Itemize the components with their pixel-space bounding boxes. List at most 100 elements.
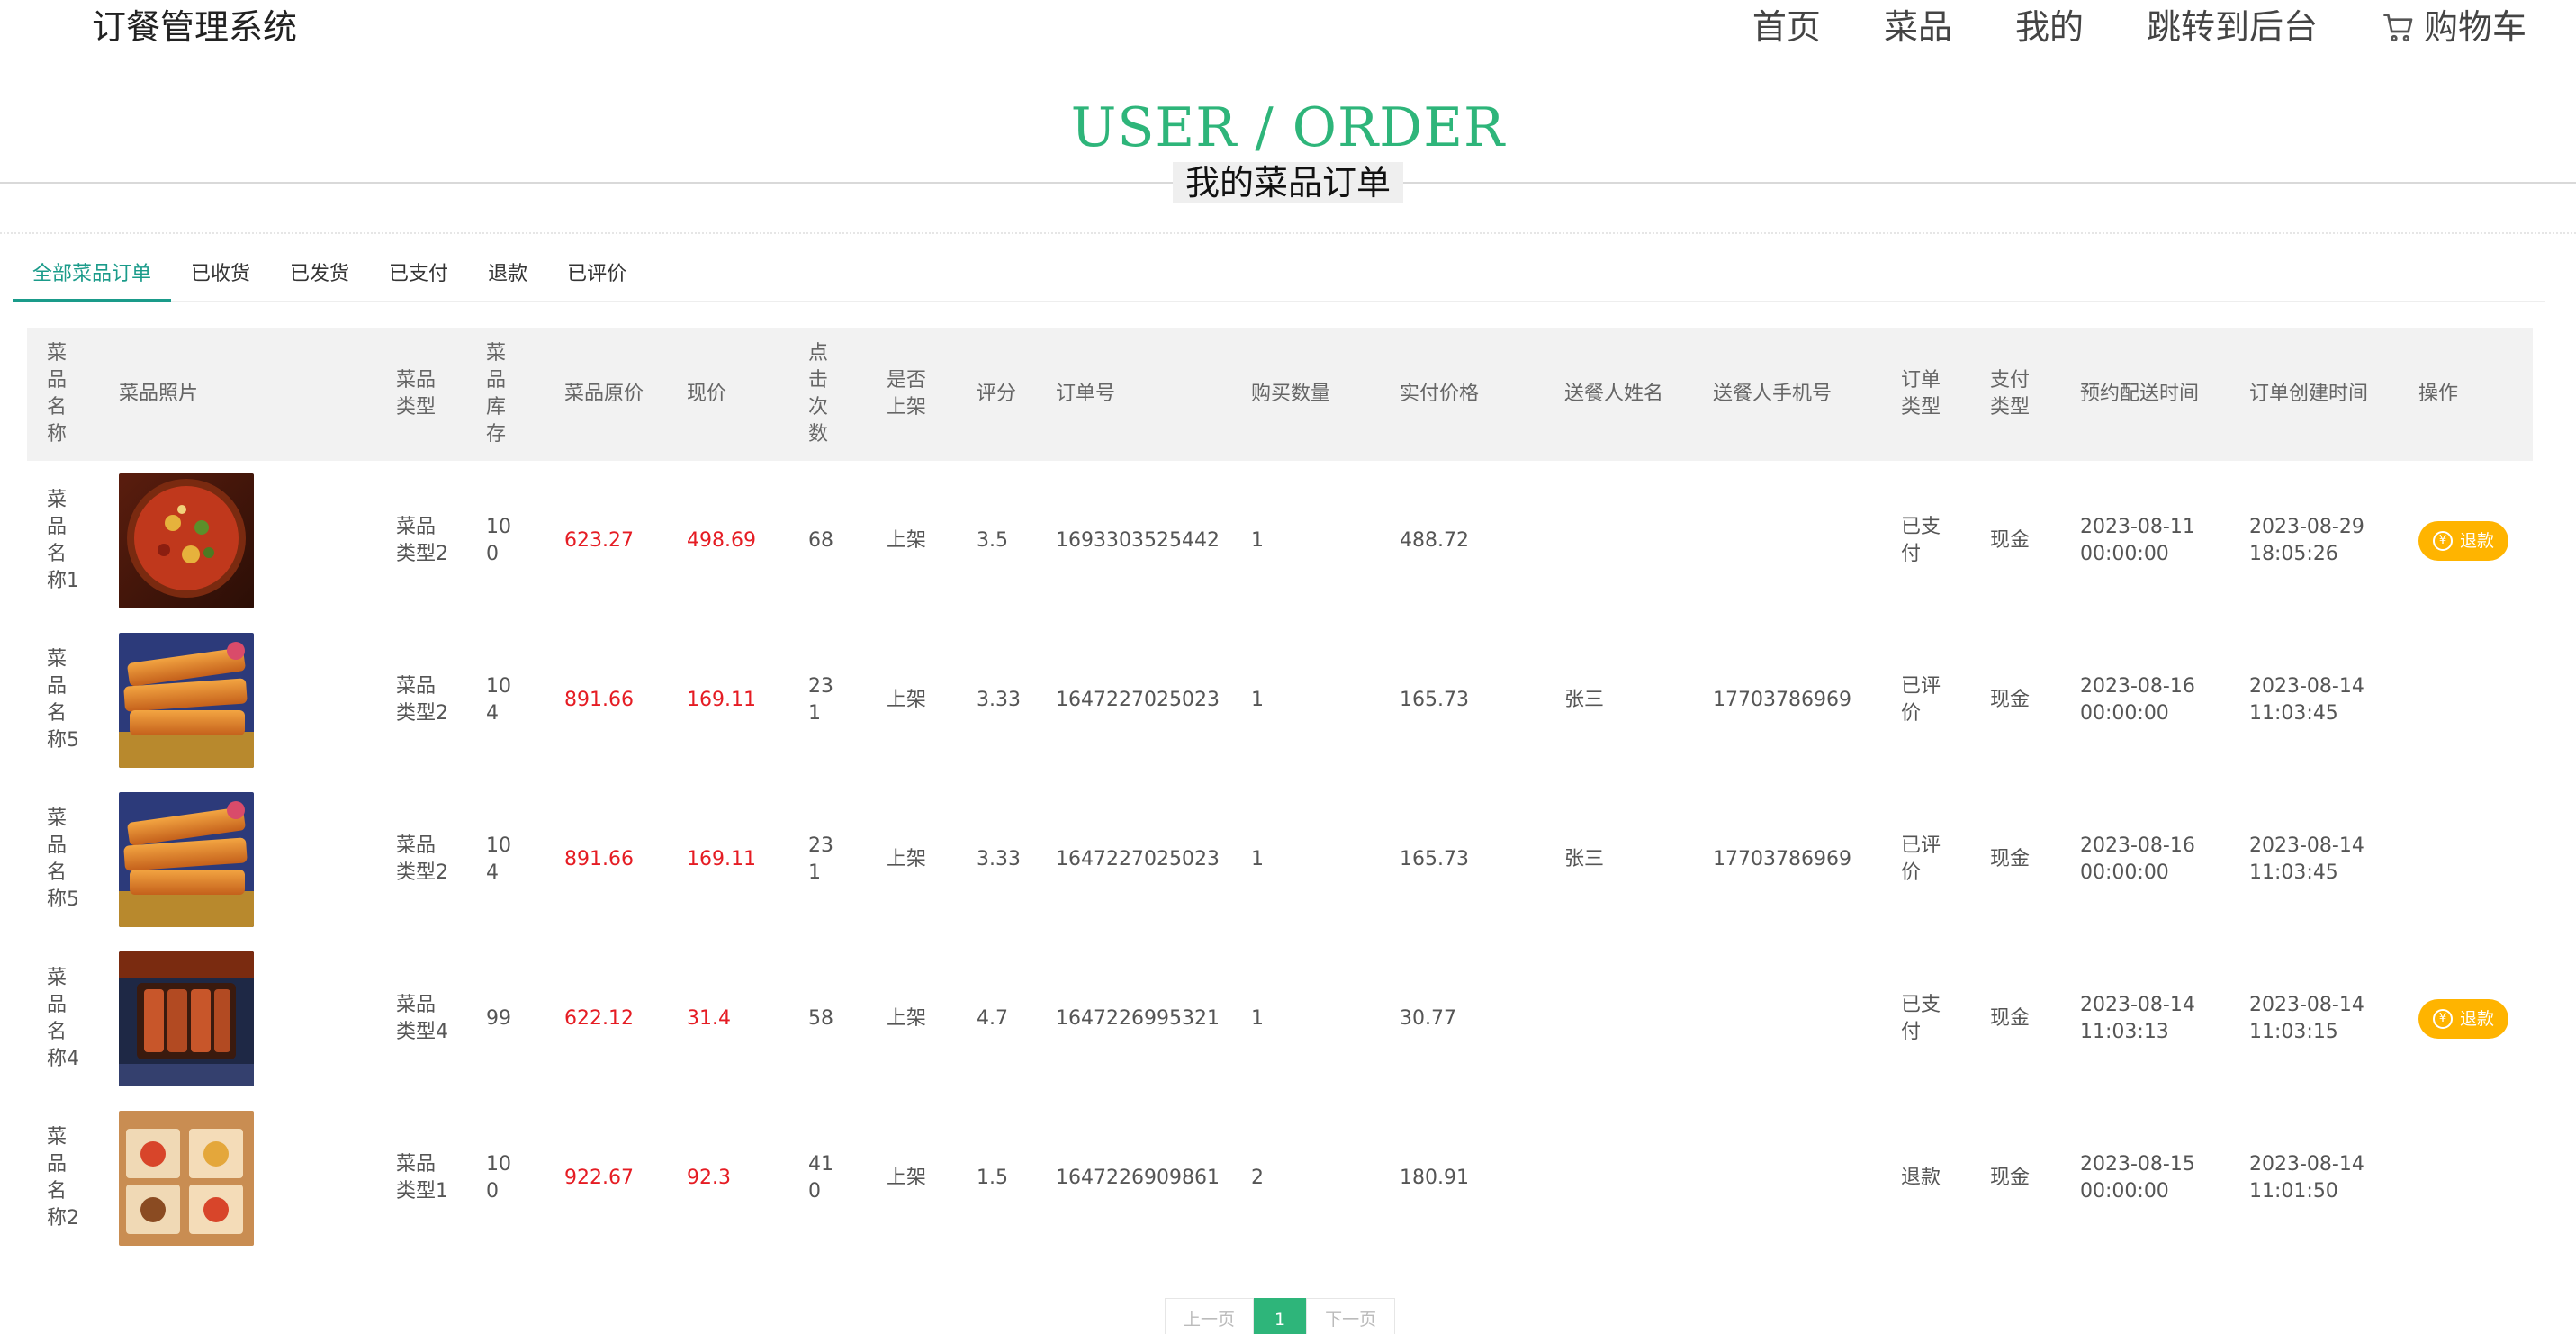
nav-cart[interactable]: 购物车 — [2381, 4, 2526, 50]
nav-backend[interactable]: 跳转到后台 — [2147, 4, 2318, 50]
header-cur-price: 现价 — [687, 383, 727, 405]
op-empty — [2418, 620, 2526, 780]
dish-type: 菜品类型4 — [396, 993, 448, 1043]
dim-sum-tray-photo[interactable] — [119, 1110, 254, 1246]
score: 1.5 — [977, 1166, 1008, 1189]
sender-phone: 17703786969 — [1713, 847, 1851, 870]
pay-type: 现金 — [1990, 1006, 2031, 1030]
paid-price: 30.77 — [1400, 1006, 1456, 1030]
header-order-type: 订单类型 — [1901, 369, 1941, 419]
order-type: 已评价 — [1901, 834, 1941, 884]
order-type: 退款 — [1901, 1166, 1941, 1189]
page-1-button[interactable]: 1 — [1254, 1298, 1307, 1334]
top-nav: 订餐管理系统 首页 菜品 我的 跳转到后台 购物车 — [0, 0, 2576, 63]
table-row: 菜品名称5 菜品类型2 104 891.66 169.11 231 上架 3.33 164722… — [27, 620, 2533, 780]
order-number: 1647226909861 — [1056, 1166, 1220, 1189]
cur-price: 498.69 — [687, 528, 756, 552]
dish-type: 菜品类型2 — [396, 834, 448, 884]
paid-price: 488.72 — [1400, 528, 1469, 552]
next-page-button[interactable]: 下一页 — [1306, 1298, 1396, 1334]
sender-phone — [1713, 1098, 1893, 1257]
sender-phone — [1713, 461, 1893, 620]
sender-name: 张三 — [1564, 688, 1605, 711]
on-shelf-status: 上架 — [887, 1166, 927, 1189]
nav-cart-label: 购物车 — [2423, 7, 2526, 47]
dish-name: 菜品名称2 — [47, 1125, 79, 1230]
dish-stock: 99 — [486, 1006, 511, 1030]
header-type: 菜品类型 — [396, 369, 437, 419]
click-count: 231 — [808, 834, 833, 884]
fried-bread-photo[interactable] — [119, 632, 254, 768]
orig-price: 891.66 — [564, 688, 634, 711]
dish-name: 菜品名称1 — [47, 488, 79, 592]
table-header: 菜品名称 菜品照片 菜品类型 菜品库存 菜品原价 现价 点击次数 是否上架 评分… — [27, 328, 2533, 461]
op-empty — [2418, 780, 2526, 939]
header-schedule: 预约配送时间 — [2080, 383, 2200, 405]
tab-refund[interactable]: 退款 — [468, 252, 547, 302]
sender-phone: 17703786969 — [1713, 688, 1851, 711]
pay-type: 现金 — [1990, 1166, 2031, 1189]
table-row: 菜品名称1 菜品类型2 100 623.27 498.69 68 上架 3.5 16933035… — [27, 461, 2533, 620]
dish-stock: 100 — [486, 1152, 511, 1203]
pay-type: 现金 — [1990, 528, 2031, 552]
on-shelf-status: 上架 — [887, 1006, 927, 1030]
refund-button[interactable]: ¥ 退款 — [2418, 998, 2508, 1039]
pagination: 上一页 1 下一页 — [1165, 1298, 1396, 1334]
cur-price: 169.11 — [687, 847, 756, 870]
tab-all-orders[interactable]: 全部菜品订单 — [13, 252, 172, 302]
paid-price: 180.91 — [1400, 1166, 1469, 1189]
yen-icon: ¥ — [2432, 1008, 2453, 1029]
sender-name — [1564, 461, 1708, 620]
purchase-qty: 2 — [1251, 1166, 1264, 1189]
header-sender: 送餐人姓名 — [1564, 383, 1664, 405]
orig-price: 623.27 — [564, 528, 634, 552]
order-tabs: 全部菜品订单 已收货 已发货 已支付 退款 已评价 — [13, 252, 2545, 302]
orig-price: 891.66 — [564, 847, 634, 870]
section-divider — [0, 232, 2576, 234]
nav-links: 首页 菜品 我的 跳转到后台 购物车 — [1752, 4, 2526, 50]
header-order-no: 订单号 — [1056, 383, 1116, 405]
table-row: 菜品名称2 菜品类型1 100 922.67 92.3 410 上架 1.5 164722690… — [27, 1098, 2533, 1257]
dish-name: 菜品名称5 — [47, 647, 79, 752]
tab-received[interactable]: 已收货 — [171, 252, 270, 302]
nav-home[interactable]: 首页 — [1752, 4, 1821, 50]
page-title: 我的菜品订单 — [1172, 162, 1403, 203]
on-shelf-status: 上架 — [887, 847, 927, 870]
orig-price: 922.67 — [564, 1166, 634, 1189]
table-row: 菜品名称5 菜品类型2 104 891.66 169.11 231 上架 3.33 164722… — [27, 780, 2533, 939]
fried-bread-photo[interactable] — [119, 791, 254, 927]
cur-price: 169.11 — [687, 688, 756, 711]
tab-paid[interactable]: 已支付 — [369, 252, 468, 302]
nav-dishes[interactable]: 菜品 — [1884, 4, 1952, 50]
order-number: 1693303525442 — [1056, 528, 1220, 552]
order-type: 已评价 — [1901, 674, 1941, 725]
brand-title[interactable]: 订餐管理系统 — [92, 4, 297, 50]
tab-shipped[interactable]: 已发货 — [270, 252, 369, 302]
header-qty: 购买数量 — [1251, 383, 1331, 405]
grilled-tofu-photo[interactable] — [119, 951, 254, 1086]
header-sender-phone: 送餐人手机号 — [1713, 383, 1833, 405]
table-row: 菜品名称4 菜品类型4 99 622.12 31.4 58 上架 4.7 16472269953… — [27, 939, 2533, 1098]
schedule-time: 2023-08-14 11:03:13 — [2080, 993, 2195, 1043]
dish-type: 菜品类型2 — [396, 515, 448, 565]
purchase-qty: 1 — [1251, 528, 1264, 552]
order-number: 1647227025023 — [1056, 847, 1220, 870]
sender-phone — [1713, 939, 1893, 1098]
header-photo: 菜品照片 — [119, 383, 199, 405]
order-number: 1647227025023 — [1056, 688, 1220, 711]
tab-reviewed[interactable]: 已评价 — [547, 252, 646, 302]
nav-mine[interactable]: 我的 — [2015, 4, 2084, 50]
header-created: 订单创建时间 — [2249, 383, 2369, 405]
on-shelf-status: 上架 — [887, 528, 927, 552]
prev-page-button[interactable]: 上一页 — [1165, 1298, 1255, 1334]
pizza-photo[interactable] — [119, 473, 254, 608]
created-time: 2023-08-14 11:03:15 — [2249, 993, 2364, 1043]
header-pay-type: 支付类型 — [1990, 369, 2031, 419]
dish-stock: 104 — [486, 674, 511, 725]
dish-name: 菜品名称4 — [47, 966, 79, 1070]
dish-type: 菜品类型2 — [396, 674, 448, 725]
click-count: 68 — [808, 528, 833, 552]
paid-price: 165.73 — [1400, 847, 1469, 870]
pay-type: 现金 — [1990, 688, 2031, 711]
refund-button[interactable]: ¥ 退款 — [2418, 520, 2508, 561]
